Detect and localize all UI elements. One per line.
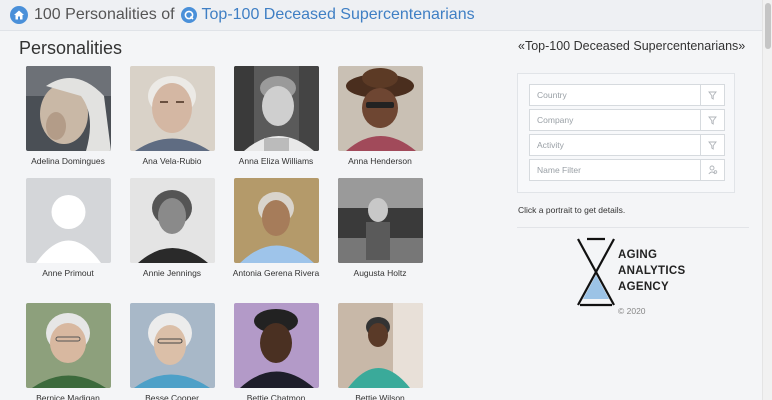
person-name[interactable]: Bettie Wilson	[328, 392, 432, 400]
country-filter[interactable]: Country	[529, 84, 725, 106]
person-card[interactable]: Anne Primout	[16, 178, 120, 280]
person-card[interactable]: Anna Henderson	[328, 66, 432, 168]
company-filter-placeholder[interactable]: Company	[530, 110, 700, 130]
person-card[interactable]: Bettie Wilson	[328, 303, 432, 400]
person-card[interactable]: Anna Eliza Williams	[224, 66, 328, 168]
person-name[interactable]: Anne Primout	[16, 267, 120, 280]
person-card[interactable]: Augusta Holtz	[328, 178, 432, 280]
filter-panel: Country Company Activity Name Filter	[517, 73, 735, 193]
logo-line-3: AGENCY	[618, 281, 670, 293]
activity-filter-icon[interactable]	[700, 135, 724, 155]
portrait-placeholder[interactable]	[25, 178, 111, 263]
person-card[interactable]: Bettie Chatmon	[224, 303, 328, 400]
portrait-image[interactable]	[233, 66, 319, 151]
activity-filter-placeholder[interactable]: Activity	[530, 135, 700, 155]
portrait-image[interactable]	[129, 303, 215, 388]
divider	[517, 227, 749, 228]
portrait-image[interactable]	[25, 303, 111, 388]
person-name[interactable]: Annie Jennings	[120, 267, 224, 280]
country-filter-placeholder[interactable]: Country	[530, 85, 700, 105]
sidebar-title: «Top-100 Deceased Supercentenarians»	[518, 39, 746, 53]
person-name[interactable]: Anna Henderson	[328, 155, 432, 168]
page-scrollbar[interactable]	[762, 0, 772, 400]
person-name[interactable]: Besse Cooper	[120, 392, 224, 400]
hint-text: Click a portrait to get details.	[518, 205, 626, 215]
name-filter-placeholder[interactable]: Name Filter	[530, 160, 700, 180]
person-card[interactable]: Annie Jennings	[120, 178, 224, 280]
portrait-image[interactable]	[233, 178, 319, 263]
portrait-image[interactable]	[337, 66, 423, 151]
user-search-icon[interactable]	[700, 160, 724, 180]
portrait-image[interactable]	[129, 66, 215, 151]
portrait-image[interactable]	[25, 66, 111, 151]
logo-line-2: ANALYTICS	[618, 265, 686, 277]
page-title: Personalities	[19, 38, 123, 58]
copyright-text: © 2020	[618, 306, 646, 316]
portrait-image[interactable]	[337, 178, 423, 263]
portrait-image[interactable]	[129, 178, 215, 263]
person-name[interactable]: Ana Vela-Rubio	[120, 155, 224, 168]
person-name[interactable]: Bettie Chatmon	[224, 392, 328, 400]
company-filter[interactable]: Company	[529, 109, 725, 131]
breadcrumb: 100 Personalities of Top-100 Deceased Su…	[0, 0, 762, 31]
agency-logo-text: AGING ANALYTICS AGENCY	[618, 247, 685, 295]
person-name[interactable]: Bernice Madigan	[16, 392, 120, 400]
collection-icon	[180, 7, 197, 23]
person-card[interactable]: Ana Vela-Rubio	[120, 66, 224, 168]
person-card[interactable]: Antonia Gerena Rivera	[224, 178, 328, 280]
person-card[interactable]: Bernice Madigan	[16, 303, 120, 400]
scrollbar-thumb[interactable]	[765, 3, 771, 49]
person-name[interactable]: Antonia Gerena Rivera	[224, 267, 328, 280]
person-card[interactable]: Besse Cooper	[120, 303, 224, 400]
breadcrumb-collection-link[interactable]: Top-100 Deceased Supercentenarians	[202, 6, 475, 24]
person-name[interactable]: Adelina Domingues	[16, 155, 120, 168]
portrait-image[interactable]	[337, 303, 423, 388]
company-filter-icon[interactable]	[700, 110, 724, 130]
activity-filter[interactable]: Activity	[529, 134, 725, 156]
logo-line-1: AGING	[618, 249, 658, 261]
home-icon[interactable]	[10, 6, 28, 24]
agency-logo-icon[interactable]	[576, 237, 616, 312]
country-filter-icon[interactable]	[700, 85, 724, 105]
name-filter[interactable]: Name Filter	[529, 159, 725, 181]
breadcrumb-prefix: 100 Personalities of	[34, 6, 175, 23]
person-name[interactable]: Anna Eliza Williams	[224, 155, 328, 168]
person-name[interactable]: Augusta Holtz	[328, 267, 432, 280]
person-card[interactable]: Adelina Domingues	[16, 66, 120, 168]
portrait-image[interactable]	[233, 303, 319, 388]
